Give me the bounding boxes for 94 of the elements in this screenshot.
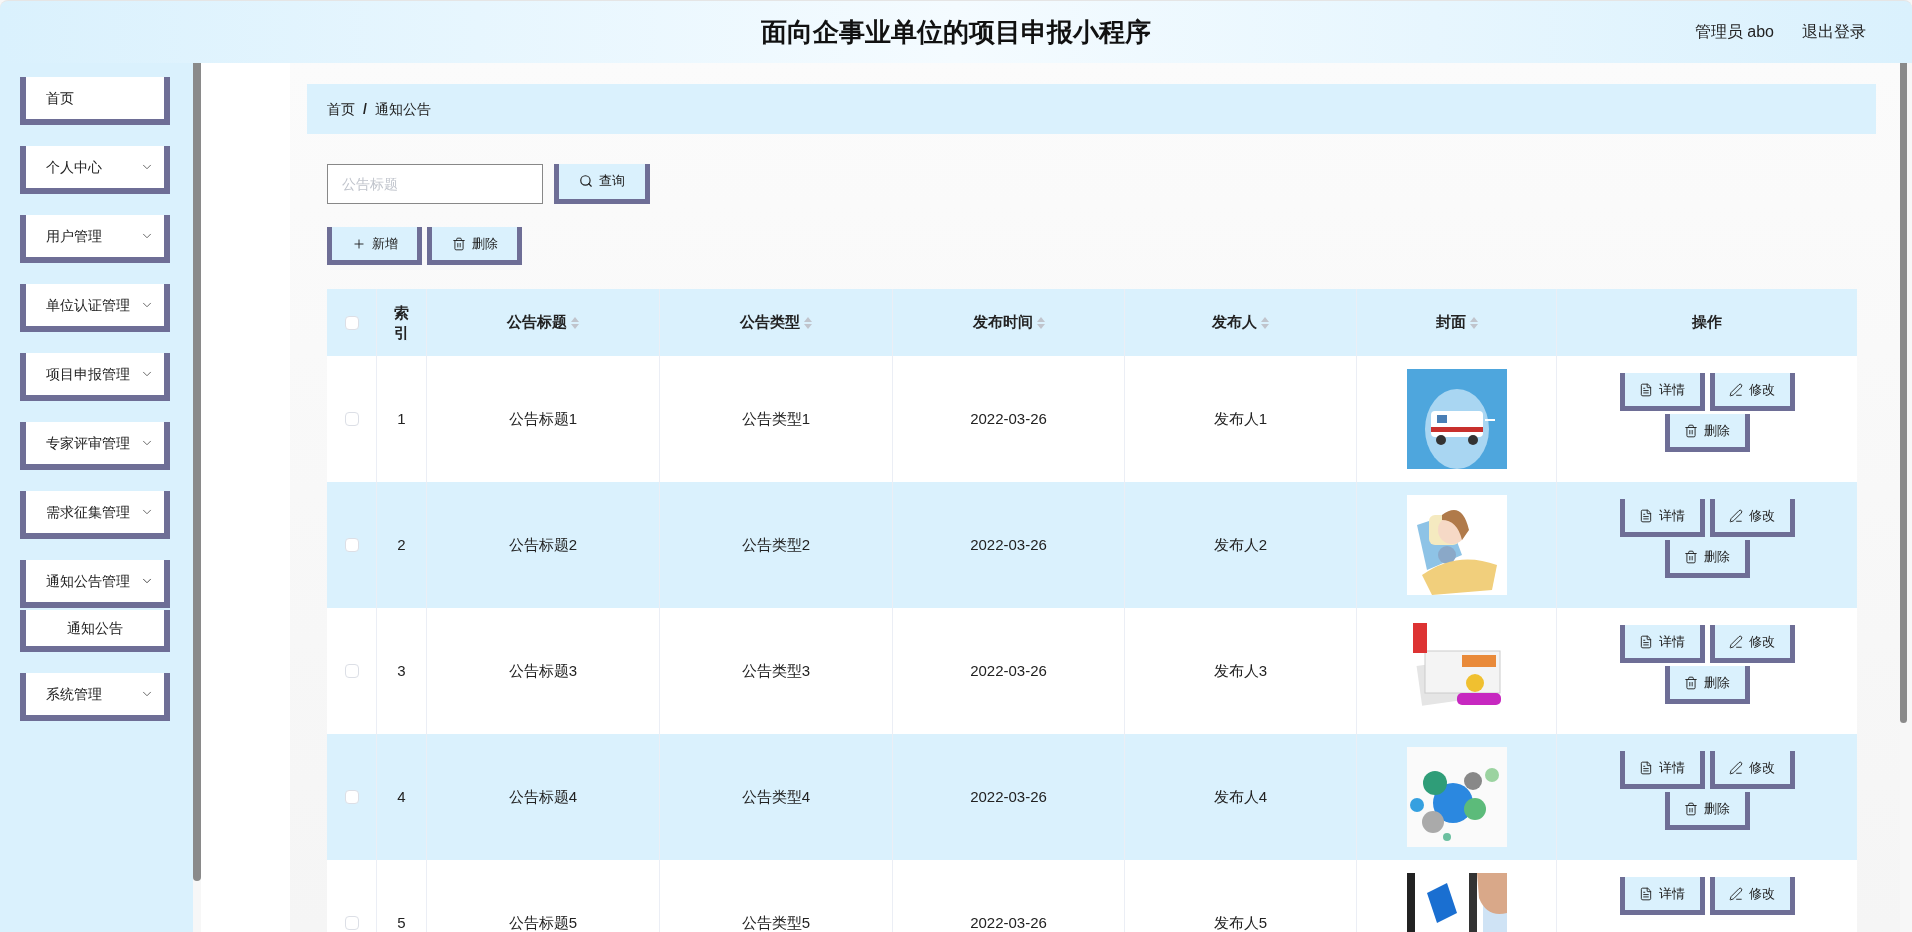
checkbox[interactable]	[344, 664, 359, 678]
table-cell-text: 公告类型2	[741, 534, 811, 555]
delete-button[interactable]: 删除	[427, 227, 522, 265]
delete-button[interactable]: 删除	[1664, 792, 1750, 830]
sort-icon[interactable]	[1036, 316, 1045, 329]
breadcrumb-item[interactable]: 通知公告	[374, 98, 431, 120]
table-cell-text: 2	[397, 534, 406, 555]
pencil-icon	[1729, 508, 1743, 523]
table-cell-text: 公告标题3	[508, 660, 578, 681]
logout-link[interactable]: 退出登录	[1802, 20, 1866, 44]
table-cell-text: 公告标题1	[508, 408, 578, 429]
sort-icon[interactable]	[571, 316, 579, 329]
pencil-icon	[1729, 382, 1743, 397]
detail-button[interactable]: 详情	[1619, 751, 1705, 789]
table-cell-text: 发布人2	[1213, 534, 1268, 555]
table-cell-text: 4	[397, 786, 406, 807]
detail-button[interactable]: 详情	[1619, 877, 1705, 915]
detail-button[interactable]: 详情	[1619, 373, 1705, 411]
document-icon	[1639, 886, 1653, 901]
table-cell-text: 2022-03-26	[970, 786, 1047, 807]
menu-item[interactable]: 需求征集管理	[20, 491, 170, 539]
sort-icon[interactable]	[1469, 316, 1478, 329]
trash-icon	[1684, 549, 1698, 564]
table-cell-text: 发布人3	[1213, 660, 1268, 681]
column-header: 索引	[393, 303, 410, 342]
document-icon	[1639, 760, 1653, 775]
edit-button[interactable]: 修改	[1709, 751, 1795, 789]
sort-icon[interactable]	[804, 316, 812, 329]
document-icon	[1639, 508, 1653, 523]
breadcrumb-item[interactable]: 首页	[327, 98, 355, 120]
checkbox[interactable]	[344, 916, 359, 930]
table-cell-text: 公告类型5	[741, 912, 811, 932]
table-cell-text: 3	[397, 660, 406, 681]
detail-button[interactable]: 详情	[1619, 499, 1705, 537]
table-cell-text: 公告标题5	[508, 912, 578, 932]
trash-icon	[1684, 675, 1698, 690]
edit-button[interactable]: 修改	[1709, 625, 1795, 663]
table-cell-text: 公告标题2	[508, 534, 578, 555]
search-icon	[579, 173, 593, 188]
pencil-icon	[1729, 634, 1743, 649]
menu-item[interactable]: 项目申报管理	[20, 353, 170, 401]
column-header[interactable]: 封面	[1435, 311, 1478, 334]
pencil-icon	[1729, 886, 1743, 901]
checkbox[interactable]	[344, 790, 359, 804]
menu-item[interactable]: 专家评审管理	[20, 422, 170, 470]
menu-item[interactable]: 用户管理	[20, 215, 170, 263]
sort-icon[interactable]	[1261, 316, 1269, 329]
delete-button[interactable]: 删除	[1664, 666, 1750, 704]
pencil-icon	[1729, 760, 1743, 775]
column-header[interactable]: 公告标题	[507, 311, 579, 334]
trash-icon	[1684, 801, 1698, 816]
table-cell-text: 公告类型4	[741, 786, 811, 807]
edit-button[interactable]: 修改	[1709, 877, 1795, 915]
table-cell-text: 5	[397, 912, 406, 932]
table-cell-text: 2022-03-26	[970, 408, 1047, 429]
table-cell-text: 1	[397, 408, 406, 429]
document-icon	[1639, 382, 1653, 397]
column-header[interactable]: 公告类型	[740, 311, 812, 334]
search-field[interactable]: 公告标题	[327, 164, 543, 204]
table-cell-text: 发布人5	[1213, 912, 1268, 932]
checkbox[interactable]	[344, 315, 359, 330]
table-cell-text: 2022-03-26	[970, 534, 1047, 555]
checkbox[interactable]	[344, 412, 359, 426]
user-label: 管理员 abo	[1694, 22, 1774, 42]
delete-button[interactable]: 删除	[1664, 540, 1750, 578]
table-cell-text: 公告类型1	[741, 408, 811, 429]
trash-icon	[451, 236, 466, 251]
breadcrumb-separator: /	[363, 99, 367, 119]
edit-button[interactable]: 修改	[1709, 373, 1795, 411]
menu-item[interactable]: 个人中心	[20, 146, 170, 194]
table-cell-text: 发布人1	[1213, 408, 1268, 429]
menu-item[interactable]: 通知公告管理	[20, 560, 170, 608]
trash-icon	[1684, 423, 1698, 438]
search-button[interactable]: 查询	[554, 164, 650, 204]
delete-button[interactable]: 删除	[1664, 414, 1750, 452]
table-cell-text: 发布人4	[1213, 786, 1268, 807]
edit-button[interactable]: 修改	[1709, 499, 1795, 537]
menu-item[interactable]: 首页	[20, 77, 170, 125]
document-icon	[1639, 634, 1653, 649]
menu-item[interactable]: 系统管理	[20, 673, 170, 721]
table-cell-text: 公告标题4	[508, 786, 578, 807]
column-header: 操作	[1692, 312, 1722, 333]
table-cell-text: 公告类型3	[741, 660, 811, 681]
column-header[interactable]: 发布时间	[972, 311, 1045, 334]
table-cell-text: 2022-03-26	[970, 660, 1047, 681]
add-button[interactable]: 新增	[327, 227, 422, 265]
menu-item[interactable]: 单位认证管理	[20, 284, 170, 332]
column-header[interactable]: 发布人	[1212, 311, 1269, 334]
app-title: 面向企事业单位的项目申报小程序	[761, 15, 1151, 49]
submenu-item[interactable]: 通知公告	[20, 610, 170, 652]
table-cell-text: 2022-03-26	[970, 912, 1047, 932]
detail-button[interactable]: 详情	[1619, 625, 1705, 663]
plus-icon	[351, 236, 366, 251]
checkbox[interactable]	[344, 538, 359, 552]
